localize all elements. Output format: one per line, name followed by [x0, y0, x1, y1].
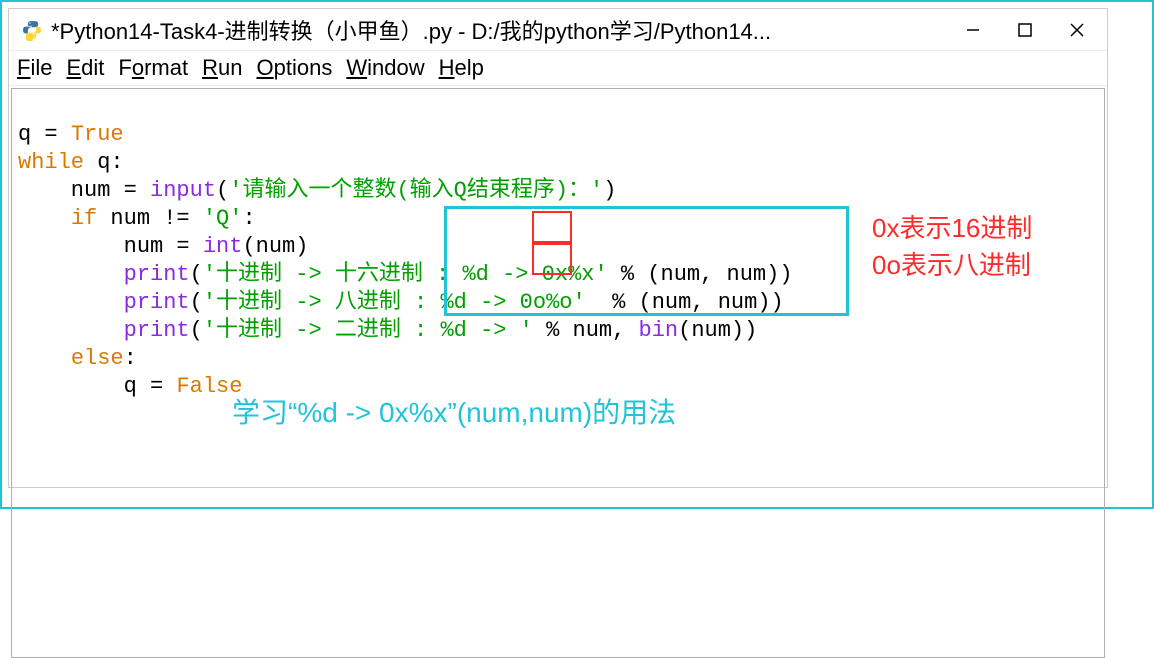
menu-format[interactable]: Format: [118, 55, 188, 81]
menu-run[interactable]: Run: [202, 55, 242, 81]
code-line: q = True: [18, 122, 124, 147]
code-line: print('十进制 -> 八进制 : %d -> 0o%o' % (num, …: [18, 290, 784, 315]
window-title: *Python14-Task4-进制转换（小甲鱼）.py - D:/我的pyth…: [51, 14, 771, 46]
annotation-red-1: 0x表示16进制: [872, 214, 1032, 242]
window: *Python14-Task4-进制转换（小甲鱼）.py - D:/我的pyth…: [8, 8, 1108, 488]
minimize-button[interactable]: [947, 9, 999, 51]
titlebar: *Python14-Task4-进制转换（小甲鱼）.py - D:/我的pyth…: [9, 9, 1107, 51]
code-line: print('十进制 -> 十六进制 : %d -> 0x%x' % (num,…: [18, 262, 793, 287]
menu-options[interactable]: Options: [256, 55, 332, 81]
code-line: while q:: [18, 150, 124, 175]
code-editor[interactable]: q = True while q: num = input('请输入一个整数(输…: [11, 88, 1105, 658]
menu-help[interactable]: Help: [439, 55, 484, 81]
highlight-box-red-0x: [532, 211, 572, 243]
code-line: num = int(num): [18, 234, 308, 259]
code-line: if num != 'Q':: [18, 206, 256, 231]
close-button[interactable]: [1051, 9, 1103, 51]
menu-edit[interactable]: Edit: [66, 55, 104, 81]
code-line: num = input('请输入一个整数(输入Q结束程序)：'): [18, 178, 616, 203]
code-line: q = False: [18, 374, 242, 399]
annotation-red-2: 0o表示八进制: [872, 251, 1031, 279]
menu-window[interactable]: Window: [346, 55, 424, 81]
annotation-cyan: 学习“%d -> 0x%x”(num,num)的用法: [232, 399, 676, 427]
python-icon: [21, 19, 43, 41]
maximize-button[interactable]: [999, 9, 1051, 51]
code-line: else:: [18, 346, 137, 371]
menu-file[interactable]: File: [17, 55, 52, 81]
code-line: print('十进制 -> 二进制 : %d -> ' % num, bin(n…: [18, 318, 757, 343]
menubar: File Edit Format Run Options Window Help: [9, 51, 1107, 86]
